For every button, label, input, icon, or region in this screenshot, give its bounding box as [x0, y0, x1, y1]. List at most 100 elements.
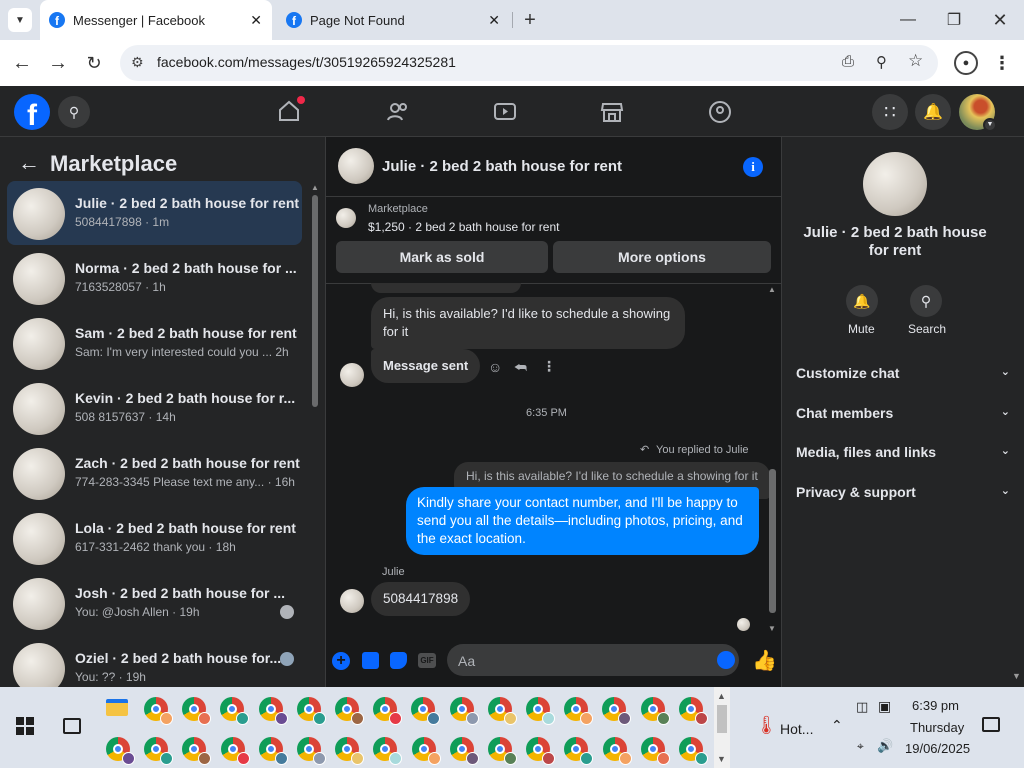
page-scroll-down-icon[interactable]: ▼ — [1012, 671, 1021, 681]
close-tab-icon[interactable]: ✕ — [250, 12, 262, 29]
chrome-taskbar-icon[interactable] — [411, 697, 441, 725]
search-label[interactable]: Search — [908, 322, 946, 336]
close-tab-icon[interactable]: ✕ — [488, 12, 500, 29]
details-avatar[interactable] — [863, 152, 927, 216]
site-info-icon[interactable]: ⚙ — [131, 54, 144, 71]
scrollbar-thumb[interactable] — [769, 469, 776, 613]
install-app-icon[interactable]: ⎙ — [842, 53, 854, 70]
mute-bell-icon[interactable]: 🔔 — [846, 285, 878, 317]
chrome-taskbar-icon[interactable] — [297, 737, 326, 765]
chrome-taskbar-icon[interactable] — [487, 697, 517, 725]
tab-page-not-found[interactable]: f Page Not Found ✕ — [276, 0, 512, 40]
weather-thermometer-icon[interactable]: 🌡 — [755, 715, 778, 736]
search-icon[interactable]: ⚲ — [58, 96, 90, 128]
more-actions-icon[interactable]: ⋮ — [542, 358, 556, 375]
add-icon[interactable]: + — [332, 652, 350, 670]
scroll-up-icon[interactable]: ▲ — [717, 691, 726, 701]
restore-icon[interactable]: ❐ — [942, 8, 966, 32]
react-emoji-icon[interactable]: ☺ — [488, 359, 502, 375]
conversation-item[interactable]: Zach · 2 bed 2 bath house for rent 774-28… — [7, 441, 302, 505]
reply-icon[interactable]: ⮪ — [514, 359, 527, 376]
chrome-taskbar-icon[interactable] — [564, 697, 594, 725]
marketplace-icon[interactable] — [599, 99, 625, 125]
chrome-taskbar-icon[interactable] — [449, 697, 479, 725]
chrome-taskbar-icon[interactable] — [602, 737, 632, 765]
video-icon[interactable] — [492, 99, 518, 125]
reload-icon[interactable]: ↻ — [82, 51, 106, 75]
task-view-icon[interactable] — [63, 718, 81, 734]
home-icon[interactable] — [276, 96, 305, 124]
scrollbar-thumb[interactable] — [312, 195, 318, 407]
chrome-taskbar-icon[interactable] — [144, 737, 174, 765]
photo-icon[interactable] — [362, 652, 379, 669]
listing-thumbnail[interactable] — [336, 208, 356, 228]
profile-icon[interactable]: ● — [954, 51, 978, 75]
tab-messenger[interactable]: f Messenger | Facebook ✕ — [40, 0, 272, 40]
chrome-taskbar-icon[interactable] — [182, 697, 212, 725]
notification-center-icon[interactable] — [982, 717, 1000, 732]
bookmark-star-icon[interactable]: ☆ — [908, 51, 923, 71]
chrome-taskbar-icon[interactable] — [449, 737, 479, 765]
scrollbar[interactable]: ▲ — [311, 183, 319, 679]
chrome-taskbar-icon[interactable] — [335, 697, 364, 725]
zoom-icon[interactable]: ⚲ — [876, 53, 887, 71]
file-explorer-icon[interactable] — [106, 699, 128, 716]
listing-price[interactable]: $1,250 · 2 bed 2 bath house for rent — [368, 220, 559, 234]
contact-avatar[interactable] — [340, 589, 364, 613]
chat-avatar[interactable] — [338, 148, 374, 184]
weather-text[interactable]: Hot... — [780, 721, 813, 737]
chrome-taskbar-icon[interactable] — [679, 737, 708, 765]
emoji-icon[interactable] — [717, 651, 735, 669]
chrome-taskbar-icon[interactable] — [106, 737, 135, 765]
taskbar-scrollbar[interactable]: ▲ ▼ — [714, 687, 730, 768]
clock-time[interactable]: 6:39 pm — [912, 698, 959, 713]
chrome-taskbar-icon[interactable] — [411, 737, 441, 765]
section-customize-chat[interactable]: Customize chat ⌄ — [796, 365, 1010, 381]
mute-label[interactable]: Mute — [848, 322, 875, 336]
wifi-icon[interactable]: ⌖ — [857, 739, 864, 754]
chrome-taskbar-icon[interactable] — [678, 697, 708, 725]
chrome-taskbar-icon[interactable] — [602, 697, 632, 725]
scrollbar-thumb[interactable] — [717, 705, 727, 733]
screen-record-icon[interactable]: ▣ — [878, 698, 891, 715]
show-hidden-icons-icon[interactable]: ⌃ — [831, 717, 843, 734]
chrome-taskbar-icon[interactable] — [488, 737, 517, 765]
conversation-item[interactable]: Sam · 2 bed 2 bath house for rent Sam: I'… — [7, 311, 302, 375]
conversation-item[interactable]: Lola · 2 bed 2 bath house for rent 617-33… — [7, 506, 302, 570]
chrome-taskbar-icon[interactable] — [526, 737, 556, 765]
chat-title[interactable]: Julie · 2 bed 2 bath house for rent — [382, 158, 622, 175]
chrome-taskbar-icon[interactable] — [640, 697, 670, 725]
browser-menu-icon[interactable]: ⋮ — [990, 51, 1014, 75]
conversation-item[interactable]: Josh · 2 bed 2 bath house for ... You: @J… — [7, 571, 302, 635]
camera-icon[interactable]: ◫ — [856, 699, 868, 715]
groups-icon[interactable] — [707, 99, 733, 125]
forward-icon[interactable]: → — [46, 51, 70, 75]
chrome-taskbar-icon[interactable] — [220, 697, 250, 725]
minimize-icon[interactable]: — — [896, 8, 920, 32]
search-icon[interactable]: ⚲ — [910, 285, 942, 317]
menu-grid-icon[interactable]: ∷ — [872, 94, 908, 130]
scroll-down-icon[interactable]: ▼ — [717, 754, 726, 764]
clock-date[interactable]: 19/06/2025 — [905, 741, 970, 756]
back-arrow-icon[interactable]: ← — [18, 150, 40, 176]
chrome-taskbar-icon[interactable] — [144, 697, 173, 725]
chat-scrollbar[interactable]: ▲ ▼ — [767, 285, 777, 633]
chrome-taskbar-icon[interactable] — [373, 697, 403, 725]
back-icon[interactable]: ← — [10, 51, 34, 75]
chrome-taskbar-icon[interactable] — [526, 697, 555, 725]
address-bar[interactable]: ⚙ facebook.com/messages/t/30519265924325… — [120, 45, 938, 81]
close-window-icon[interactable]: ✕ — [988, 8, 1012, 32]
volume-icon[interactable]: 🔊 — [877, 738, 893, 754]
chrome-taskbar-icon[interactable] — [296, 697, 326, 725]
scroll-down-icon[interactable]: ▼ — [768, 624, 776, 633]
chrome-taskbar-icon[interactable] — [373, 737, 403, 765]
section-chat-members[interactable]: Chat members ⌄ — [796, 405, 1010, 421]
chrome-taskbar-icon[interactable] — [182, 737, 212, 765]
message-input[interactable]: Aa — [447, 644, 739, 676]
chrome-taskbar-icon[interactable] — [564, 737, 594, 765]
section-media-files-links[interactable]: Media, files and links ⌄ — [796, 444, 1010, 460]
conversation-item[interactable]: Julie · 2 bed 2 bath house for rent 50844… — [7, 181, 302, 245]
scroll-up-icon[interactable]: ▲ — [768, 285, 776, 294]
like-thumbs-up-icon[interactable]: 👍 — [752, 648, 777, 673]
section-privacy-support[interactable]: Privacy & support ⌄ — [796, 484, 1010, 500]
